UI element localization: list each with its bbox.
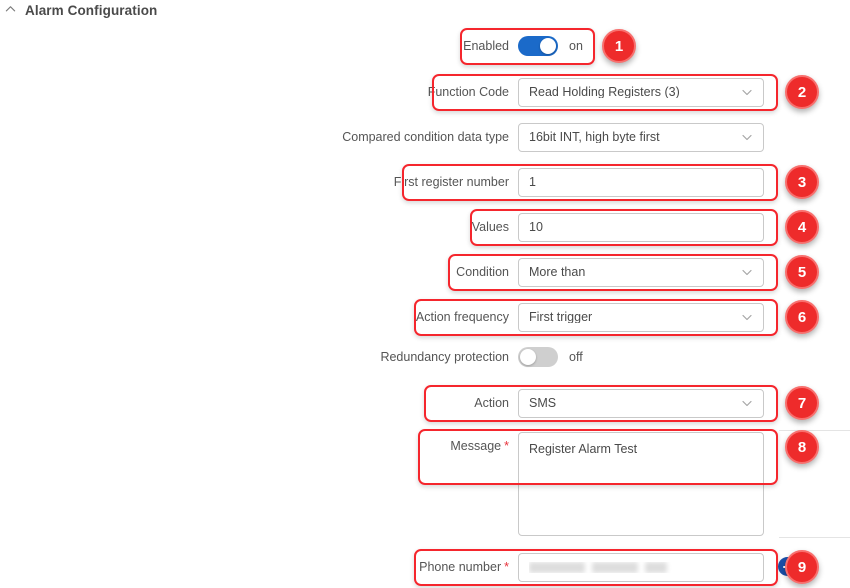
form-row-first-register-number: First register number 1: [332, 167, 764, 197]
field-label-compared-condition-data-type: Compared condition data type: [342, 129, 509, 144]
annotation-badge-7: 7: [785, 386, 819, 420]
compared-condition-data-type-value: 16bit INT, high byte first: [529, 130, 660, 144]
required-asterisk: *: [504, 559, 509, 574]
condition-value: More than: [529, 265, 586, 279]
action-select[interactable]: SMS: [518, 388, 764, 418]
row-separator: [779, 537, 850, 538]
annotation-badge-5: 5: [785, 255, 819, 289]
field-label-phone-number: Phone number: [419, 559, 502, 574]
form-row-enabled: Enabled on: [332, 31, 594, 61]
enabled-toggle-state: on: [569, 38, 583, 53]
form-row-action: Action SMS: [332, 388, 764, 418]
message-textarea[interactable]: Register Alarm Test: [518, 432, 764, 536]
field-label-action: Action: [474, 395, 509, 410]
form-row-redundancy-protection: Redundancy protection off: [332, 342, 594, 372]
chevron-down-icon[interactable]: [741, 131, 753, 143]
first-register-number-input[interactable]: 1: [518, 167, 764, 197]
alarm-configuration-form: Enabled on Function Code Read Holding Re…: [0, 0, 850, 588]
field-label-first-register-number: First register number: [393, 174, 509, 189]
annotation-badge-1: 1: [602, 29, 636, 63]
field-label-redundancy-protection: Redundancy protection: [380, 349, 509, 364]
required-asterisk: *: [504, 439, 509, 453]
field-label-action-frequency: Action frequency: [415, 309, 509, 324]
form-row-function-code: Function Code Read Holding Registers (3): [332, 77, 764, 107]
toggle-knob: [540, 38, 556, 54]
annotation-badge-9: 9: [785, 550, 819, 584]
chevron-down-icon[interactable]: [741, 397, 753, 409]
form-row-action-frequency: Action frequency First trigger: [332, 302, 764, 332]
enabled-toggle[interactable]: [518, 36, 558, 56]
field-label-values: Values: [471, 219, 509, 234]
annotation-badge-4: 4: [785, 210, 819, 244]
chevron-down-icon[interactable]: [741, 266, 753, 278]
redaction-block: [592, 561, 638, 573]
annotation-badge-2: 2: [785, 75, 819, 109]
form-row-values: Values 10: [332, 212, 764, 242]
field-label-message: Message: [450, 439, 502, 453]
annotation-badge-6: 6: [785, 300, 819, 334]
values-value: 10: [529, 220, 543, 234]
form-row-phone-number: Phone number *: [332, 552, 764, 582]
redaction-block: [529, 561, 585, 573]
action-value: SMS: [529, 396, 557, 410]
phone-number-value-redacted: [529, 561, 753, 573]
toggle-knob: [520, 349, 536, 365]
form-row-message: Message * Register Alarm Test: [332, 432, 764, 536]
field-label-enabled: Enabled: [463, 38, 509, 53]
action-frequency-select[interactable]: First trigger: [518, 302, 764, 332]
form-row-condition: Condition More than: [332, 257, 764, 287]
phone-number-input[interactable]: [518, 552, 764, 582]
message-value: Register Alarm Test: [529, 442, 638, 456]
condition-select[interactable]: More than: [518, 257, 764, 287]
compared-condition-data-type-select[interactable]: 16bit INT, high byte first: [518, 122, 764, 152]
function-code-select[interactable]: Read Holding Registers (3): [518, 77, 764, 107]
row-separator: [779, 430, 850, 431]
values-input[interactable]: 10: [518, 212, 764, 242]
first-register-number-value: 1: [529, 175, 536, 189]
redaction-block: [645, 561, 667, 573]
field-label-function-code: Function Code: [427, 84, 509, 99]
redundancy-protection-toggle[interactable]: [518, 347, 558, 367]
action-frequency-value: First trigger: [529, 310, 593, 324]
redundancy-protection-toggle-state: off: [569, 349, 583, 364]
function-code-value: Read Holding Registers (3): [529, 85, 680, 99]
form-row-compared-condition-data-type: Compared condition data type 16bit INT, …: [332, 122, 764, 152]
chevron-down-icon[interactable]: [741, 311, 753, 323]
annotation-badge-3: 3: [785, 165, 819, 199]
chevron-down-icon[interactable]: [741, 86, 753, 98]
field-label-condition: Condition: [456, 264, 509, 279]
annotation-badge-8: 8: [785, 430, 819, 464]
